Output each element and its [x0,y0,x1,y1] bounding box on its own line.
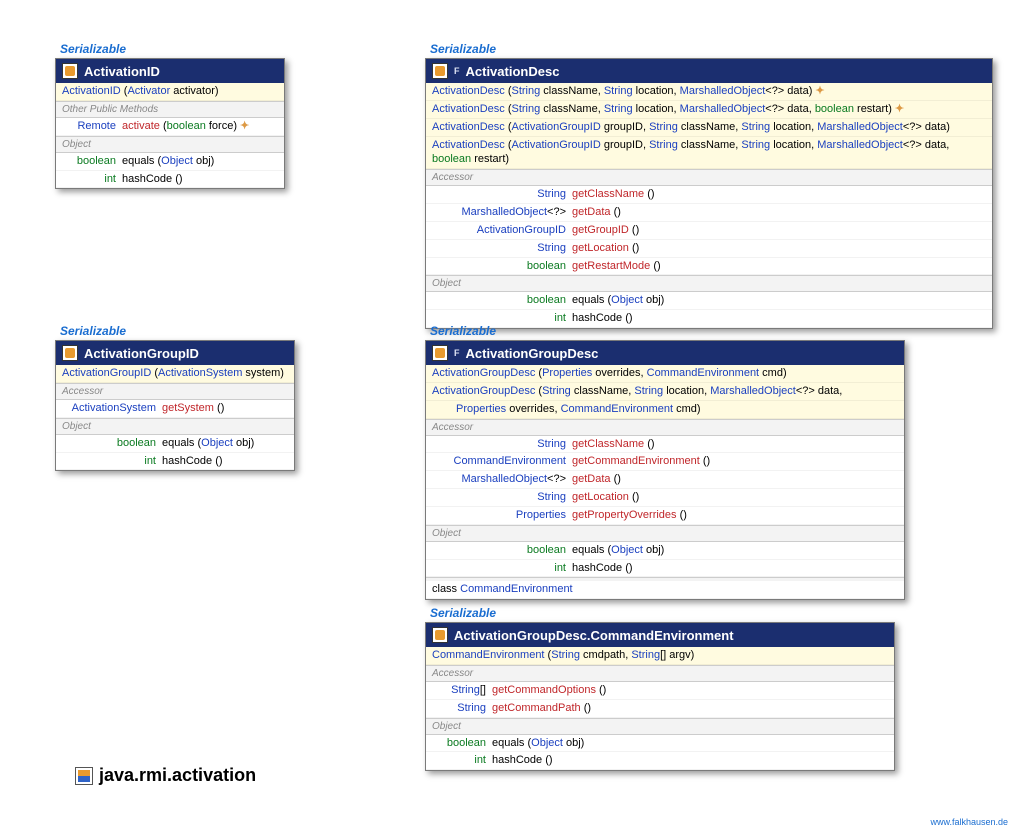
constructor-row: ActivationDesc (ActivationGroupID groupI… [426,137,992,170]
sections: AccessorStringgetClassName ()CommandEnvi… [426,419,904,578]
section-label: Accessor [56,383,294,400]
method-row: inthashCode () [56,171,284,189]
class-box-commandenvironment: ActivationGroupDesc.CommandEnvironment C… [425,622,895,771]
constructors: ActivationID (Activator activator) [56,83,284,101]
method-row: StringgetCommandPath () [426,700,894,718]
section-label: Object [426,718,894,735]
class-icon [62,63,78,79]
method-row: ActivationGroupIDgetGroupID () [426,222,992,240]
method-row: StringgetClassName () [426,436,904,454]
sections: AccessorActivationSystemgetSystem ()Obje… [56,383,294,471]
method-row: StringgetLocation () [426,489,904,507]
constructor-row: ActivationGroupDesc (String className, S… [426,383,904,401]
method-row: booleanequals (Object obj) [426,735,894,753]
class-modifier-final: F [454,66,460,76]
class-box-activationgroupid: ActivationGroupID ActivationGroupID (Act… [55,340,295,471]
class-icon [432,627,448,643]
package-icon [75,767,93,785]
constructor-row: CommandEnvironment (String cmdpath, Stri… [426,647,894,665]
section-label: Accessor [426,419,904,436]
method-row: PropertiesgetPropertyOverrides () [426,507,904,525]
method-row: MarshalledObject<?>getData () [426,204,992,222]
constructor-row: ActivationID (Activator activator) [56,83,284,101]
constructor-continuation: Properties overrides, CommandEnvironment… [426,401,904,419]
method-row: String[]getCommandOptions () [426,682,894,700]
class-modifier-final: F [454,348,460,358]
method-row: MarshalledObject<?>getData () [426,471,904,489]
stereotype-serializable: Serializable [430,324,496,338]
class-box-activationid: ActivationID ActivationID (Activator act… [55,58,285,189]
constructor-row: ActivationGroupID (ActivationSystem syst… [56,365,294,383]
method-row: StringgetClassName () [426,186,992,204]
class-title: ActivationGroupID [84,346,199,361]
section-label: Accessor [426,169,992,186]
class-header: F ActivationDesc [426,59,992,83]
footer-link[interactable]: www.falkhausen.de [930,817,1008,827]
sections: AccessorStringgetClassName ()MarshalledO… [426,169,992,328]
class-title: ActivationDesc [466,64,560,79]
method-row: CommandEnvironmentgetCommandEnvironment … [426,453,904,471]
constructors: CommandEnvironment (String cmdpath, Stri… [426,647,894,665]
method-row: booleanequals (Object obj) [56,153,284,171]
method-row: inthashCode () [56,453,294,471]
method-row: inthashCode () [426,560,904,578]
method-row: Remoteactivate (boolean force) ✦ [56,118,284,136]
stereotype-serializable: Serializable [60,324,126,338]
constructor-row: ActivationDesc (String className, String… [426,83,992,101]
section-label: Object [56,136,284,153]
constructor-row: ActivationDesc (ActivationGroupID groupI… [426,119,992,137]
class-icon [62,345,78,361]
method-row: booleanequals (Object obj) [56,435,294,453]
stereotype-serializable: Serializable [430,606,496,620]
class-header: ActivationGroupID [56,341,294,365]
section-label: Object [426,275,992,292]
method-row: booleanequals (Object obj) [426,542,904,560]
method-row: inthashCode () [426,752,894,770]
stereotype-serializable: Serializable [60,42,126,56]
section-label: Accessor [426,665,894,682]
class-box-activationdesc: F ActivationDesc ActivationDesc (String … [425,58,993,329]
method-row: inthashCode () [426,310,992,328]
class-icon [432,63,448,79]
inner-class-link[interactable]: class CommandEnvironment [426,581,904,599]
class-icon [432,345,448,361]
package-name: java.rmi.activation [99,765,256,786]
section-label: Object [56,418,294,435]
class-header: F ActivationGroupDesc [426,341,904,365]
stereotype-serializable: Serializable [430,42,496,56]
section-label: Object [426,525,904,542]
class-title: ActivationGroupDesc [466,346,599,361]
method-row: ActivationSystemgetSystem () [56,400,294,418]
class-title: ActivationID [84,64,160,79]
class-header: ActivationGroupDesc.CommandEnvironment [426,623,894,647]
constructors: ActivationGroupDesc (Properties override… [426,365,904,401]
class-box-activationgroupdesc: F ActivationGroupDesc ActivationGroupDes… [425,340,905,600]
method-row: booleanequals (Object obj) [426,292,992,310]
constructor-row: ActivationGroupDesc (Properties override… [426,365,904,383]
method-row: booleangetRestartMode () [426,258,992,276]
method-row: StringgetLocation () [426,240,992,258]
sections: AccessorString[]getCommandOptions ()Stri… [426,665,894,770]
constructors: ActivationGroupID (ActivationSystem syst… [56,365,294,383]
sections: Other Public MethodsRemoteactivate (bool… [56,101,284,189]
section-label: Other Public Methods [56,101,284,118]
constructors: ActivationDesc (String className, String… [426,83,992,169]
class-header: ActivationID [56,59,284,83]
constructor-row: ActivationDesc (String className, String… [426,101,992,119]
package-label: java.rmi.activation [75,765,256,786]
class-title: ActivationGroupDesc.CommandEnvironment [454,628,734,643]
